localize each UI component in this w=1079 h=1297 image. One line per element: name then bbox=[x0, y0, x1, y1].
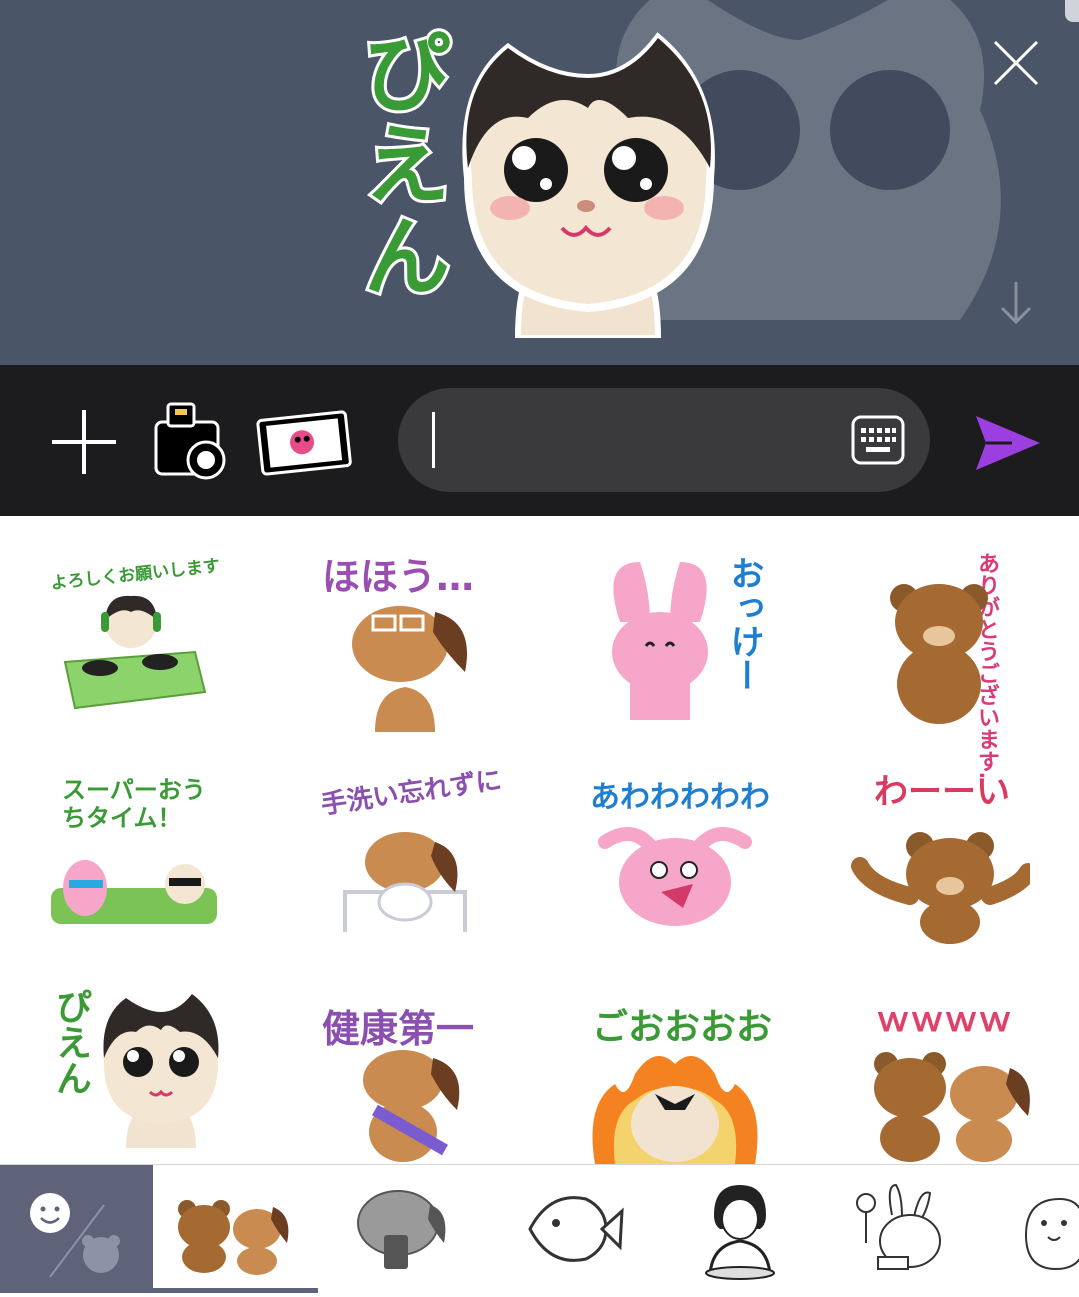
sticker-grid: よろしくお願いします ほほう… おっけー ありがとうございます… スーパーおうち… bbox=[0, 516, 1079, 1164]
emoji-tab[interactable] bbox=[0, 1165, 153, 1293]
sticker-item[interactable]: あわわわわわ bbox=[540, 732, 810, 948]
fish-sticker-pack-icon bbox=[528, 1196, 624, 1262]
bear-dog-sticker-pack-icon bbox=[178, 1200, 289, 1275]
send-icon[interactable] bbox=[972, 412, 1042, 474]
sticker-pack-tab-rabbit[interactable] bbox=[840, 1165, 960, 1293]
camera-icon[interactable] bbox=[150, 400, 232, 482]
rabbit-sticker-pack-icon bbox=[856, 1183, 941, 1270]
sticker-item[interactable]: わーーい bbox=[810, 732, 1079, 948]
sticker-item[interactable]: ありがとうございます… bbox=[810, 516, 1079, 796]
sticker-pack-tab-bear-dog[interactable] bbox=[153, 1165, 318, 1293]
sticker-item[interactable]: ごおおおお bbox=[540, 948, 810, 1164]
emoji-tab-icon bbox=[30, 1193, 120, 1278]
message-input-pill bbox=[398, 388, 930, 492]
sticker-item[interactable]: ｗｗｗｗ bbox=[810, 948, 1079, 1164]
photo-album-icon[interactable] bbox=[254, 408, 354, 476]
sticker-pack-tab-seal[interactable] bbox=[1010, 1165, 1079, 1293]
sticker-item[interactable]: 健康第一 bbox=[270, 948, 540, 1164]
preview-sticker-image[interactable] bbox=[448, 28, 728, 338]
bear-sticker-image bbox=[890, 584, 988, 724]
sticker-item[interactable]: ほほう… bbox=[270, 516, 540, 732]
seal-sticker-pack-icon bbox=[1024, 1197, 1079, 1271]
plus-icon[interactable] bbox=[52, 410, 116, 474]
fiery-muscle-sticker-image bbox=[592, 1056, 758, 1164]
panicking-rabbit-sticker-image bbox=[598, 827, 752, 926]
message-input[interactable] bbox=[424, 414, 828, 468]
sticker-pack-tab-fish[interactable] bbox=[510, 1165, 630, 1293]
sticker-preview: ぴえん bbox=[0, 0, 1079, 365]
sticker-item[interactable]: よろしくお願いします bbox=[0, 516, 270, 732]
person-sticker-pack-icon bbox=[705, 1185, 775, 1280]
dj-cat-sticker-image bbox=[63, 595, 207, 710]
sticker-pack-tab-person[interactable] bbox=[680, 1165, 800, 1293]
sticker-item[interactable]: 手洗い忘れずに bbox=[270, 732, 540, 948]
pien-cat-sticker-image bbox=[103, 994, 219, 1148]
dance-party-sticker-image bbox=[51, 860, 217, 924]
genki-dog-sticker-image bbox=[363, 1050, 460, 1162]
close-icon[interactable] bbox=[991, 38, 1041, 88]
sticker-item[interactable]: スーパーおうちタイム！ bbox=[0, 732, 270, 948]
dog-sticker-image bbox=[352, 606, 467, 732]
laughing-bear-dog-sticker-image bbox=[874, 1052, 1030, 1162]
preview-sticker-text: ぴえん bbox=[361, 24, 453, 308]
sticker-item[interactable]: ぴえん bbox=[0, 948, 270, 1164]
text-caret bbox=[432, 412, 435, 468]
sticker-pack-tab-dog[interactable] bbox=[340, 1165, 460, 1293]
arrow-down-icon[interactable] bbox=[999, 280, 1033, 326]
jumping-bear-sticker-image bbox=[851, 832, 1030, 944]
dog-sticker-pack-icon bbox=[357, 1190, 446, 1269]
keyboard-icon[interactable] bbox=[850, 414, 906, 466]
scrollbar-indicator bbox=[1065, 0, 1079, 22]
sticker-tab-bar bbox=[0, 1164, 1079, 1293]
sticker-item[interactable]: おっけー bbox=[540, 516, 810, 732]
rabbit-sticker-image bbox=[612, 562, 708, 720]
handwash-dog-sticker-image bbox=[343, 832, 467, 932]
